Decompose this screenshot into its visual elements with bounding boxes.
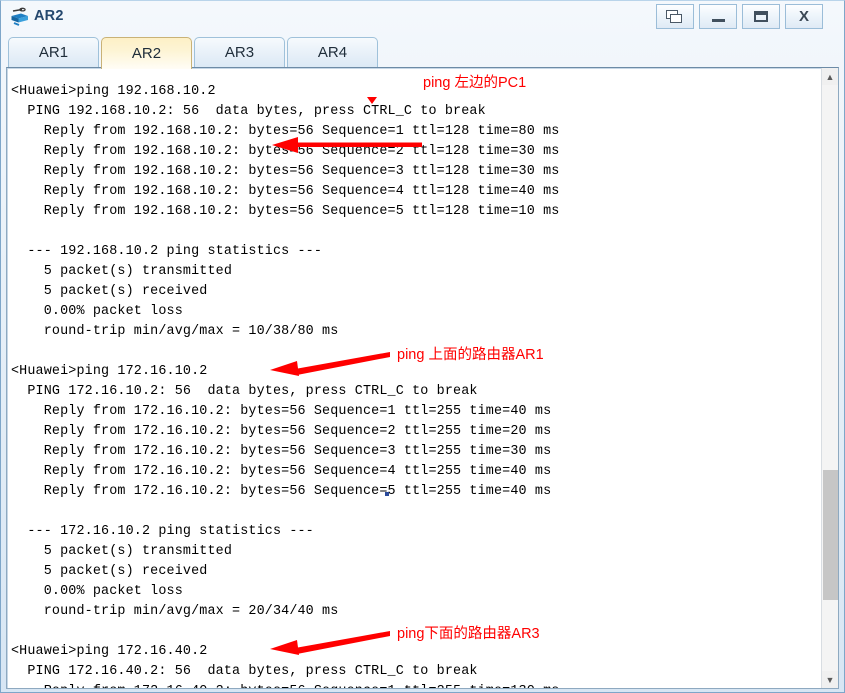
annotation-tick-mark bbox=[367, 97, 377, 104]
console-text: <Huawei>ping 192.168.10.2 PING 192.168.1… bbox=[11, 84, 560, 688]
tab-label: AR2 bbox=[131, 45, 162, 62]
minimize-icon bbox=[711, 19, 725, 22]
maximize-icon bbox=[754, 11, 768, 22]
restore-icon bbox=[666, 9, 684, 24]
scroll-up-button[interactable]: ▲ bbox=[822, 68, 838, 85]
terminal-window: AR2 X AR1 AR2 AR3 AR4 <Huawei>ping 192.1… bbox=[0, 0, 845, 693]
tab-ar4[interactable]: AR4 bbox=[287, 37, 378, 67]
tab-ar3[interactable]: AR3 bbox=[194, 37, 285, 67]
annotation-arrow-1 bbox=[272, 137, 422, 153]
annotation-arrow-3 bbox=[270, 631, 390, 655]
scrollbar-thumb[interactable] bbox=[823, 470, 838, 600]
maximize-button[interactable] bbox=[742, 4, 780, 29]
chevron-up-icon: ▲ bbox=[825, 71, 835, 82]
text-caret bbox=[385, 492, 389, 496]
annotation-label-3: ping下面的路由器AR3 bbox=[397, 626, 540, 642]
tab-label: AR4 bbox=[317, 44, 348, 61]
tab-label: AR1 bbox=[38, 44, 69, 61]
close-icon: X bbox=[798, 8, 809, 25]
router-icon bbox=[9, 7, 30, 28]
tab-strip: AR1 AR2 AR3 AR4 bbox=[1, 33, 844, 69]
console-output-panel[interactable]: <Huawei>ping 192.168.10.2 PING 192.168.1… bbox=[6, 67, 839, 689]
title-bar: AR2 X bbox=[1, 1, 844, 33]
annotation-arrow-2 bbox=[270, 352, 390, 376]
close-button[interactable]: X bbox=[785, 4, 823, 29]
annotation-label-1: ping 左边的PC1 bbox=[423, 75, 527, 91]
tab-ar1[interactable]: AR1 bbox=[8, 37, 99, 67]
chevron-down-icon: ▼ bbox=[825, 674, 835, 685]
window-title: AR2 bbox=[34, 8, 64, 24]
scroll-down-button[interactable]: ▼ bbox=[822, 671, 838, 688]
tab-ar2[interactable]: AR2 bbox=[101, 37, 192, 69]
restore-button[interactable] bbox=[656, 4, 694, 29]
tab-label: AR3 bbox=[224, 44, 255, 61]
annotation-label-2: ping 上面的路由器AR1 bbox=[397, 347, 544, 363]
vertical-scrollbar[interactable]: ▲ ▼ bbox=[821, 68, 838, 688]
minimize-button[interactable] bbox=[699, 4, 737, 29]
